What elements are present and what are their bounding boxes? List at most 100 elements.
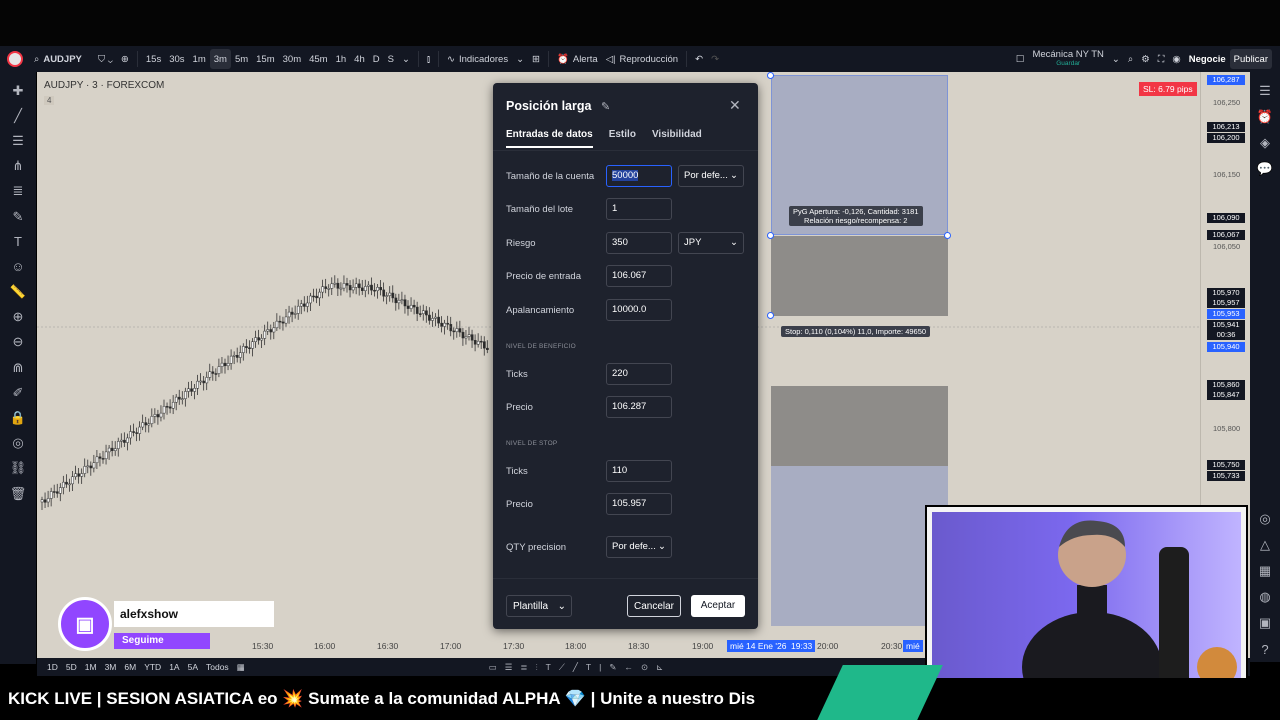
interval-1m[interactable]: 1m (189, 46, 210, 72)
interval-15s[interactable]: 15s (142, 46, 165, 72)
risk-input[interactable]: 350 (606, 232, 672, 254)
eye-icon[interactable]: ◎ (8, 433, 28, 453)
target-tool-icon[interactable]: ⊙ (641, 662, 648, 673)
profit-ticks-input[interactable]: 220 (606, 363, 672, 385)
qty-precision-select[interactable]: Por defe... ⌄ (606, 536, 672, 558)
template-button[interactable]: Plantilla ⌄ (506, 595, 572, 617)
interval-4h[interactable]: 4h (350, 46, 369, 72)
range-3M[interactable]: 3M (105, 662, 117, 672)
symbol-search[interactable]: ⌕ AUDJPY (30, 46, 94, 72)
lines-tool-icon[interactable]: ☰ (505, 662, 513, 673)
profit-price-input[interactable]: 106.287 (606, 396, 672, 418)
range-5A[interactable]: 5A (188, 662, 198, 672)
interval-1h[interactable]: 1h (332, 46, 351, 72)
trade-button[interactable]: Negocie (1185, 46, 1230, 72)
undo-icon[interactable]: ↶ (691, 46, 707, 72)
accept-button[interactable]: Aceptar (691, 595, 745, 617)
trend-line-icon[interactable]: ╱ (8, 106, 28, 126)
magnet-icon[interactable]: ⋒ (8, 358, 28, 378)
resize-handle[interactable] (767, 72, 774, 79)
entry-price-input[interactable]: 106.067 (606, 265, 672, 287)
range-1D[interactable]: 1D (47, 662, 58, 672)
entry-zone[interactable] (771, 236, 948, 316)
redo-icon[interactable]: ↷ (707, 46, 723, 72)
indicators-dropdown-icon[interactable]: ⌄ (512, 46, 528, 72)
compare-button[interactable]: ⛉ ⌄ (94, 46, 117, 72)
cancel-button[interactable]: Cancelar (627, 595, 681, 617)
indicators-button[interactable]: ∿ Indicadores (443, 46, 512, 72)
add-symbol-icon[interactable]: ⊕ (117, 46, 133, 72)
account-size-input[interactable]: 50000 (606, 165, 672, 187)
chat-icon[interactable]: 💬 (1255, 159, 1275, 179)
interval-3m[interactable]: 3m (209, 49, 231, 69)
pencil-lock-icon[interactable]: ✐ (8, 383, 28, 403)
lock-icon[interactable]: 🔒 (8, 408, 28, 428)
help-icon[interactable]: ? (1255, 639, 1275, 659)
range-YTD[interactable]: YTD (144, 662, 161, 672)
risk-currency-select[interactable]: JPY ⌄ (678, 232, 744, 254)
account-mode-select[interactable]: Por defe... ⌄ (678, 165, 744, 187)
brush-icon[interactable]: ✎ (8, 207, 28, 227)
target-icon[interactable]: ◎ (1255, 509, 1275, 529)
close-icon[interactable]: ✕ (729, 97, 741, 114)
crosshair-icon[interactable]: ✚ (8, 81, 28, 101)
stop-zone[interactable] (771, 466, 948, 626)
range-Todos[interactable]: Todos (206, 662, 229, 672)
broadcast-icon[interactable]: ◍ (1255, 587, 1275, 607)
interval-dropdown-icon[interactable]: ⌄ (398, 46, 414, 72)
interval-5m[interactable]: 5m (231, 46, 252, 72)
interval-30m[interactable]: 30m (279, 46, 305, 72)
resize-handle[interactable] (944, 232, 951, 239)
tab-visibility[interactable]: Visibilidad (652, 129, 702, 148)
range-1A[interactable]: 1A (169, 662, 179, 672)
pitchfork-icon[interactable]: ⋔ (8, 156, 28, 176)
line-tool-icon[interactable]: ╱ (573, 662, 578, 673)
price-zone-lower[interactable] (771, 386, 948, 466)
layouts-icon[interactable]: ⊞ (528, 46, 544, 72)
calendar-icon[interactable]: ▦ (1255, 561, 1275, 581)
vertical-tool-icon[interactable]: | (599, 662, 601, 673)
alert-button[interactable]: ⏰ Alerta (553, 46, 602, 72)
interval-D[interactable]: D (369, 46, 384, 72)
publish-button[interactable]: Publicar (1229, 49, 1272, 69)
alerts-clock-icon[interactable]: ⏰ (1255, 107, 1275, 127)
arrow-tool-icon[interactable]: ← (624, 662, 633, 673)
range-6M[interactable]: 6M (124, 662, 136, 672)
measure-tool-icon[interactable]: ⊾ (656, 662, 663, 673)
fib-icon[interactable]: ≣ (8, 181, 28, 201)
watchlist-icon[interactable]: ☰ (1255, 81, 1275, 101)
quick-search-icon[interactable]: ⌕ (1124, 46, 1137, 72)
horizontal-lines-icon[interactable]: ☰ (8, 131, 28, 151)
stop-price-input[interactable]: 105.957 (606, 493, 672, 515)
fib-tool-icon[interactable]: ≣ (520, 662, 527, 673)
link-icon[interactable]: ⛓ (8, 458, 28, 478)
chart-type-icon[interactable]: ⫾ (423, 46, 434, 72)
layers-icon[interactable]: ◈ (1255, 133, 1275, 153)
layout-checkbox-icon[interactable]: ☐ (1012, 46, 1029, 72)
emoji-icon[interactable]: ☺ (8, 257, 28, 277)
resize-handle[interactable] (767, 312, 774, 319)
trash-icon[interactable]: 🗑 (8, 484, 28, 504)
tab-style[interactable]: Estilo (609, 129, 636, 148)
interval-15m[interactable]: 15m (252, 46, 278, 72)
layout-dropdown-icon[interactable]: ⌄ (1108, 46, 1124, 72)
text-tool-icon[interactable]: T (546, 662, 551, 673)
range-5D[interactable]: 5D (66, 662, 77, 672)
note-tool-icon[interactable]: T (586, 662, 591, 673)
screenshot-camera-icon[interactable]: ◉ (1168, 46, 1184, 72)
rect-tool-icon[interactable]: ▭ (489, 662, 497, 673)
range-1M[interactable]: 1M (85, 662, 97, 672)
path-tool-icon[interactable]: ⟋ (559, 662, 565, 673)
edit-pencil-icon[interactable]: ✎ (601, 101, 610, 113)
notification-icon[interactable]: ▣ (1255, 613, 1275, 633)
interval-45m[interactable]: 45m (305, 46, 331, 72)
ruler-icon[interactable]: 📏 (8, 282, 28, 302)
interval-S[interactable]: S (384, 46, 398, 72)
zoom-in-icon[interactable]: ⊕ (8, 307, 28, 327)
lot-size-input[interactable]: 1 (606, 198, 672, 220)
stop-ticks-input[interactable]: 110 (606, 460, 672, 482)
replay-button[interactable]: ◁| Reproducción (602, 46, 682, 72)
channel-tool-icon[interactable]: ⫶ (536, 662, 538, 673)
resize-handle[interactable] (767, 232, 774, 239)
triangle-icon[interactable]: △ (1255, 535, 1275, 555)
